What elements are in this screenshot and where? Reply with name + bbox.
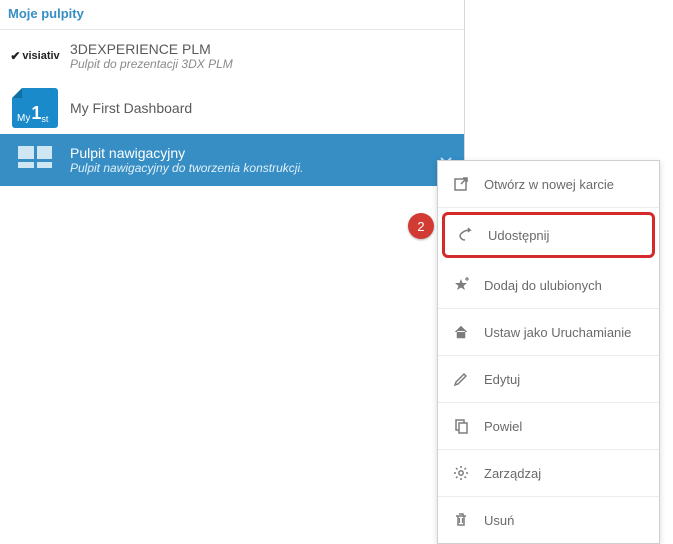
pencil-icon [452,370,470,388]
dashboard-row-3dexperience[interactable]: ✔visiativ 3DEXPERIENCE PLM Pulpit do pre… [0,30,464,82]
gear-icon [452,464,470,482]
menu-label: Powiel [484,419,522,434]
menu-set-startup[interactable]: Ustaw jako Uruchamianie [438,309,659,356]
menu-share[interactable]: Udostępnij [442,212,655,258]
dashboard-title: My First Dashboard [70,100,452,116]
menu-open-new-tab[interactable]: Otwórz w nowej karcie [438,161,659,208]
menu-label: Udostępnij [488,228,549,243]
visiativ-logo: ✔visiativ [12,38,58,74]
menu-add-favorite[interactable]: Dodaj do ulubionych [438,262,659,309]
dashboard-subtitle: Pulpit nawigacyjny do tworzenia konstruk… [70,161,452,175]
home-icon [452,323,470,341]
menu-delete[interactable]: Usuń [438,497,659,543]
open-new-tab-icon [452,175,470,193]
share-icon [456,226,474,244]
dashboard-title: 3DEXPERIENCE PLM [70,41,452,57]
menu-edit[interactable]: Edytuj [438,356,659,403]
star-plus-icon [452,276,470,294]
menu-label: Ustaw jako Uruchamianie [484,325,631,340]
menu-label: Dodaj do ulubionych [484,278,602,293]
menu-label: Otwórz w nowej karcie [484,177,614,192]
context-menu: Otwórz w nowej karcie Udostępnij Dodaj d… [437,160,660,544]
dashboard-subtitle: Pulpit do prezentacji 3DX PLM [70,57,452,71]
myfirst-thumb: My1st [12,90,58,126]
menu-label: Zarządzaj [484,466,541,481]
menu-label: Usuń [484,513,514,528]
dashboard-grid-icon [12,142,58,178]
dashboard-title: Pulpit nawigacyjny [70,145,452,161]
trash-icon [452,511,470,529]
menu-manage[interactable]: Zarządzaj [438,450,659,497]
my-dashboards-link[interactable]: Moje pulpity [0,0,464,30]
dashboard-row-myfirst[interactable]: My1st My First Dashboard [0,82,464,134]
menu-duplicate[interactable]: Powiel [438,403,659,450]
step-badge: 2 [408,213,434,239]
menu-label: Edytuj [484,372,520,387]
dashboard-row-nawigacyjny[interactable]: Pulpit nawigacyjny Pulpit nawigacyjny do… [0,134,464,186]
duplicate-icon [452,417,470,435]
